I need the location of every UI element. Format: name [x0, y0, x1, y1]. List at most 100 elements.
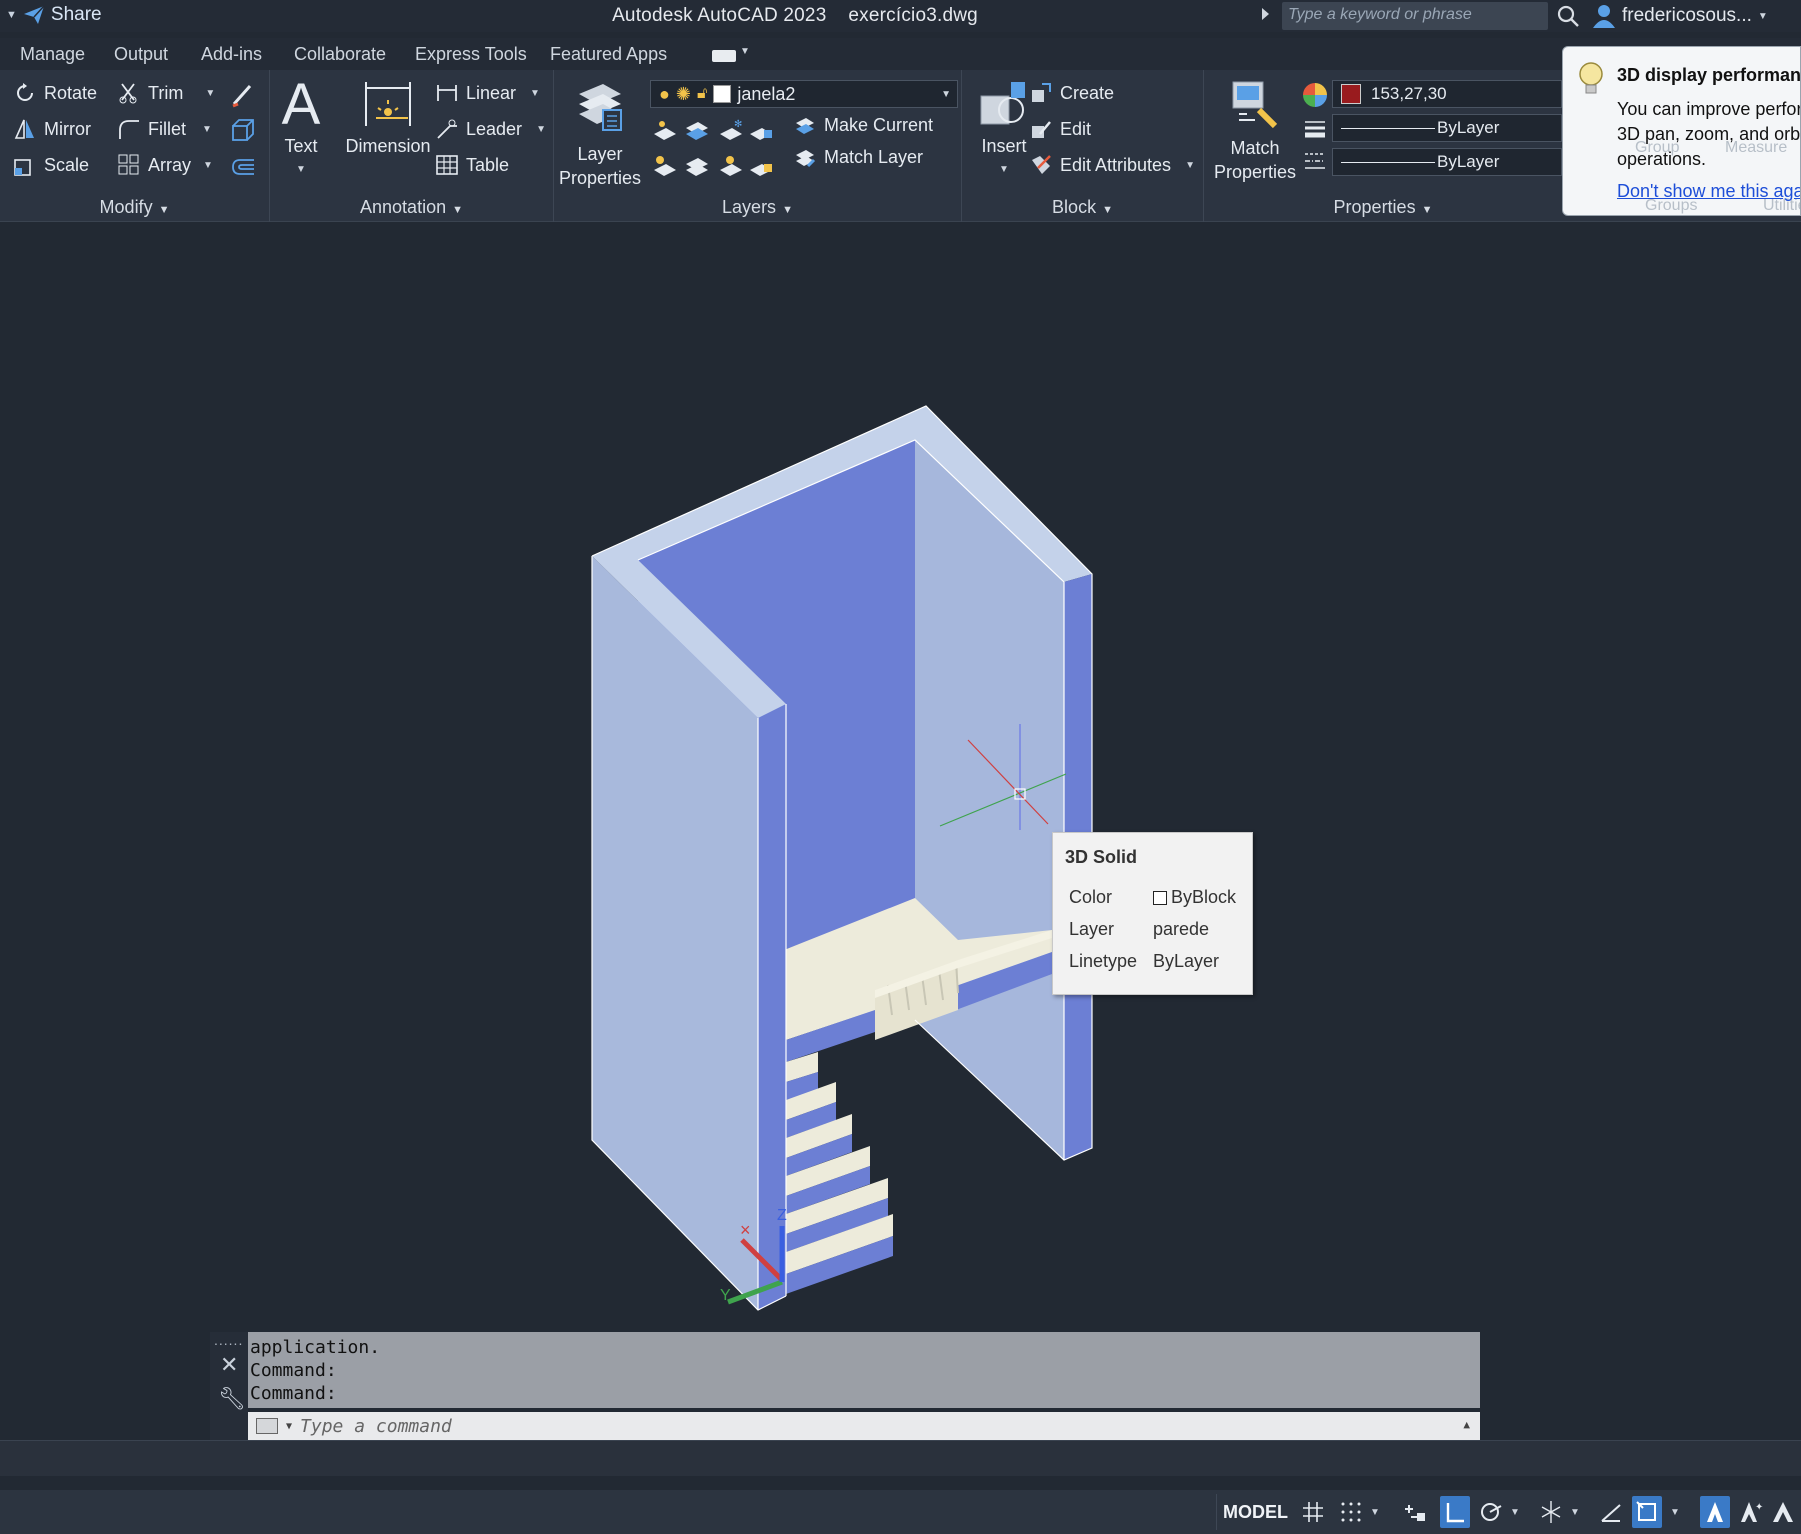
- customize-wrench-icon[interactable]: 🔧︎: [218, 1386, 246, 1412]
- chevron-down-icon: ▼: [158, 204, 170, 216]
- text-button[interactable]: A Text ▼: [278, 76, 324, 182]
- layers-panel-title[interactable]: Layers ▼: [554, 197, 961, 218]
- tab-manage[interactable]: Manage: [20, 44, 85, 65]
- match-properties-label-1: Match: [1230, 138, 1280, 158]
- annotation-visibility-icon[interactable]: [1700, 1496, 1730, 1528]
- object-color-dropdown[interactable]: 153,27,30: [1332, 80, 1562, 108]
- color-label: Color: [1069, 887, 1113, 907]
- command-line-grip[interactable]: ...... ✕ 🔧︎: [210, 1332, 248, 1440]
- model-space-button[interactable]: MODEL: [1216, 1494, 1294, 1530]
- close-icon[interactable]: ✕: [220, 1352, 238, 1378]
- dont-show-again-link[interactable]: Don't show me this again: [1617, 181, 1800, 202]
- make-current-icon: [796, 118, 814, 134]
- mirror-button[interactable]: Mirror: [14, 118, 91, 140]
- edit-attributes-button[interactable]: Edit Attributes ▼: [1030, 154, 1195, 176]
- ribbon-options-icon[interactable]: [712, 50, 736, 62]
- linear-button[interactable]: Linear ▼: [436, 82, 540, 104]
- tab-add-ins[interactable]: Add-ins: [201, 44, 262, 65]
- annotation-scale-icon[interactable]: [1770, 1496, 1800, 1528]
- layer-properties-button[interactable]: Layer Properties: [554, 80, 646, 190]
- grid-icon[interactable]: [1298, 1496, 1328, 1528]
- tab-output[interactable]: Output: [114, 44, 168, 65]
- search-input[interactable]: Type a keyword or phrase: [1282, 2, 1548, 30]
- recent-commands-dropdown-icon[interactable]: ▼: [286, 1421, 292, 1432]
- polar-tracking-icon[interactable]: [1476, 1496, 1506, 1528]
- create-block-icon: [1032, 83, 1051, 102]
- dimension-button[interactable]: Dimension: [340, 80, 436, 158]
- drawing-viewport[interactable]: × Y Z 3D Solid Color ByBlock Layer pared…: [0, 224, 1801, 1330]
- snap-mode-icon[interactable]: [1336, 1496, 1366, 1528]
- make-current-button[interactable]: Make Current: [794, 114, 933, 136]
- fillet-button[interactable]: Fillet ▼: [118, 118, 212, 140]
- drag-handle-icon[interactable]: ......: [214, 1332, 243, 1348]
- layer-dropdown[interactable]: ● ✺ 🔓︎ janela2 ▼: [650, 80, 958, 108]
- linetype-icon: [1305, 153, 1325, 169]
- ortho-mode-icon[interactable]: [1440, 1496, 1470, 1528]
- modify-panel-title[interactable]: Modify ▼: [0, 197, 269, 218]
- make-current-label: Make Current: [824, 114, 934, 135]
- polar-dropdown-icon[interactable]: ▼: [1506, 1496, 1524, 1528]
- search-expand-icon[interactable]: [1262, 8, 1269, 20]
- array-icon: [118, 154, 139, 175]
- match-properties-button[interactable]: Match Properties: [1206, 80, 1304, 184]
- tab-express-tools[interactable]: Express Tools: [415, 44, 527, 65]
- trim-label: Trim: [148, 82, 184, 103]
- command-history-up-icon[interactable]: ▲: [1463, 1418, 1470, 1431]
- linear-dimension-icon: [437, 85, 457, 101]
- tab-featured-apps[interactable]: Featured Apps: [550, 44, 667, 65]
- properties-panel-title[interactable]: Properties ▼: [1204, 197, 1562, 218]
- table-label: Table: [466, 154, 510, 175]
- layer-unlock-icon: [750, 164, 772, 176]
- trim-button[interactable]: Trim ▼: [118, 82, 215, 104]
- copy-icon[interactable]: [230, 118, 256, 144]
- layer-tools-row-2[interactable]: [650, 152, 780, 178]
- command-input[interactable]: ▼ Type a command ▲: [248, 1412, 1480, 1440]
- command-prompt-icon[interactable]: [256, 1418, 278, 1434]
- scale-button[interactable]: Scale: [14, 154, 89, 176]
- user-menu[interactable]: fredericosous... ▼: [1592, 4, 1768, 28]
- layer-thaw-icon: [720, 156, 742, 176]
- panel-annotation: A Text ▼ Dimension Linear ▼ Leader ▼ Tab…: [270, 70, 554, 222]
- snap-dropdown-icon[interactable]: ▼: [1366, 1496, 1384, 1528]
- create-block-button[interactable]: Create: [1030, 82, 1114, 104]
- match-layer-button[interactable]: Match Layer: [794, 146, 923, 168]
- tab-collaborate[interactable]: Collaborate: [294, 44, 386, 65]
- lineweight-value: ByLayer: [1437, 118, 1500, 137]
- dimension-label: Dimension: [345, 136, 431, 156]
- linear-dropdown-icon[interactable]: ▼: [530, 88, 540, 99]
- tip-bubble[interactable]: Group Measure Groups Utilities 3D displa…: [1562, 46, 1801, 216]
- block-panel-title[interactable]: Block ▼: [962, 197, 1203, 218]
- leader-button[interactable]: Leader ▼: [436, 118, 546, 140]
- color-value-text: ByBlock: [1171, 887, 1237, 907]
- fillet-dropdown-icon[interactable]: ▼: [202, 124, 212, 135]
- properties-title-label: Properties: [1333, 197, 1416, 217]
- object-snap-dropdown-icon[interactable]: ▼: [1666, 1496, 1684, 1528]
- leader-dropdown-icon[interactable]: ▼: [536, 124, 546, 135]
- object-snap-tracking-icon[interactable]: [1596, 1496, 1626, 1528]
- edit-block-button[interactable]: Edit: [1030, 118, 1091, 140]
- infer-constraints-icon[interactable]: [1400, 1496, 1430, 1528]
- isometric-drafting-icon[interactable]: [1536, 1496, 1566, 1528]
- erase-icon[interactable]: [230, 82, 256, 108]
- table-button[interactable]: Table: [436, 154, 509, 176]
- status-bar: MODEL ▼ ▼ ▼ ▼ ✦: [0, 1490, 1801, 1534]
- isometric-dropdown-icon[interactable]: ▼: [1566, 1496, 1584, 1528]
- match-properties-label-2: Properties: [1213, 162, 1297, 182]
- annotation-panel-title[interactable]: Annotation ▼: [270, 197, 553, 218]
- trim-dropdown-icon[interactable]: ▼: [205, 88, 215, 99]
- search-icon[interactable]: [1556, 4, 1580, 28]
- linetype-dropdown[interactable]: ByLayer: [1332, 148, 1562, 176]
- edit-attributes-dropdown-icon[interactable]: ▼: [1185, 160, 1195, 171]
- array-button[interactable]: Array ▼: [118, 154, 213, 176]
- auto-scale-icon[interactable]: ✦: [1736, 1496, 1766, 1528]
- object-snap-icon[interactable]: [1632, 1496, 1662, 1528]
- array-dropdown-icon[interactable]: ▼: [203, 160, 213, 171]
- tip-body: You can improve performance of 3D pan, z…: [1617, 97, 1800, 172]
- color-wheel-icon[interactable]: [1302, 82, 1328, 108]
- offset-icon[interactable]: [230, 154, 256, 180]
- layer-tools-row-1[interactable]: ✻: [650, 118, 780, 142]
- rotate-button[interactable]: Rotate: [14, 82, 97, 104]
- lineweight-dropdown[interactable]: ByLayer: [1332, 114, 1562, 142]
- ribbon-options-dropdown-icon[interactable]: ▼: [740, 46, 750, 57]
- 3d-model[interactable]: × Y Z: [0, 224, 1801, 1330]
